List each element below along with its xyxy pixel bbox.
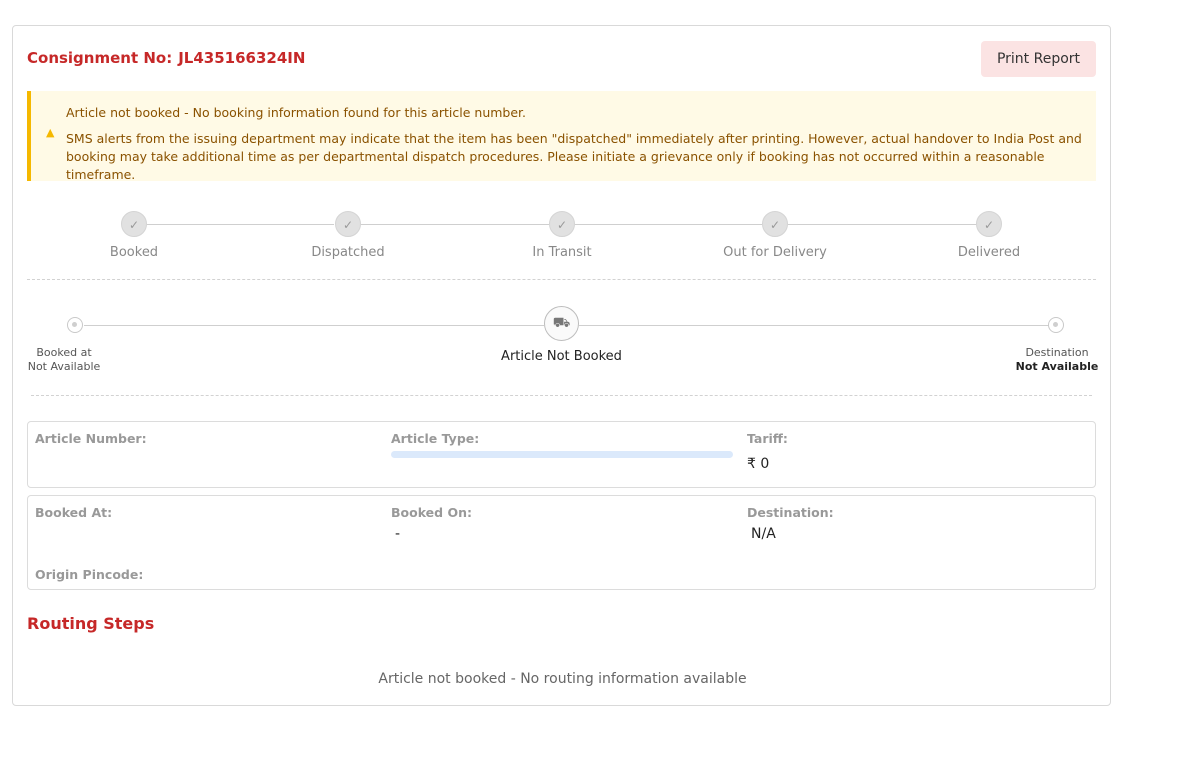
stepper-connector bbox=[788, 224, 976, 225]
route-origin-label: Booked at bbox=[36, 346, 92, 359]
route-origin: Booked at Not Available bbox=[14, 346, 114, 374]
warning-icon: ▲ bbox=[46, 126, 55, 139]
tracking-card: Consignment No: JL435166324IN Print Repor… bbox=[12, 25, 1111, 706]
route-origin-value: Not Available bbox=[27, 360, 101, 373]
stage-in-transit-label: In Transit bbox=[532, 245, 592, 260]
tariff-label: Tariff: bbox=[747, 431, 788, 446]
origin-dot-icon bbox=[67, 317, 83, 333]
article-number-label: Article Number: bbox=[35, 431, 147, 446]
booked-on-value: - bbox=[395, 526, 401, 542]
stage-booked-label: Booked bbox=[109, 245, 159, 260]
stage-dispatched-label: Dispatched bbox=[311, 245, 385, 260]
booked-on-label: Booked On: bbox=[391, 505, 472, 520]
divider bbox=[27, 279, 1096, 280]
route-destination: Destination Not Available bbox=[1007, 346, 1107, 374]
stage-in-transit-check-icon: ✓ bbox=[549, 211, 575, 237]
stage-booked-check-icon: ✓ bbox=[121, 211, 147, 237]
routing-steps-heading: Routing Steps bbox=[27, 614, 155, 633]
alert-title: Article not booked - No booking informat… bbox=[66, 105, 527, 120]
booking-details-box: Booked At: Booked On: - Destination: N/A… bbox=[27, 495, 1096, 590]
origin-pincode-label: Origin Pincode: bbox=[35, 567, 144, 582]
route-overview: ⛟ Booked at Not Available Article Not Bo… bbox=[13, 306, 1112, 396]
stage-dispatched-check-icon: ✓ bbox=[335, 211, 361, 237]
print-report-button[interactable]: Print Report bbox=[981, 41, 1096, 77]
article-type-label: Article Type: bbox=[391, 431, 480, 446]
destination-label: Destination: bbox=[747, 505, 834, 520]
stage-delivered-check-icon: ✓ bbox=[976, 211, 1002, 237]
stepper-connector bbox=[361, 224, 549, 225]
consignment-heading: Consignment No: JL435166324IN bbox=[27, 49, 305, 67]
stepper-connector bbox=[575, 224, 762, 225]
divider bbox=[31, 395, 1092, 396]
stage-delivered-label: Delivered bbox=[957, 245, 1021, 260]
truck-icon: ⛟ bbox=[544, 306, 579, 341]
stage-out-for-delivery-check-icon: ✓ bbox=[762, 211, 788, 237]
route-status-label: Article Not Booked bbox=[501, 349, 622, 364]
article-type-loading-bar bbox=[391, 451, 733, 458]
booked-at-label: Booked At: bbox=[35, 505, 113, 520]
stepper-connector bbox=[147, 224, 334, 225]
route-connector bbox=[84, 325, 544, 326]
warning-alert: ▲ Article not booked - No booking inform… bbox=[27, 91, 1096, 182]
stage-out-for-delivery-label: Out for Delivery bbox=[723, 245, 827, 260]
routing-empty-message: Article not booked - No routing informat… bbox=[378, 671, 747, 687]
route-destination-value: Not Available bbox=[1015, 360, 1099, 373]
tariff-value: ₹ 0 bbox=[747, 456, 770, 472]
consignment-number: JL435166324IN bbox=[178, 49, 306, 67]
status-stepper: ✓ Booked ✓ Dispatched ✓ In Transit ✓ Out… bbox=[13, 210, 1112, 270]
consignment-label: Consignment No: bbox=[27, 49, 173, 67]
route-destination-label: Destination bbox=[1025, 346, 1089, 359]
destination-dot-icon bbox=[1048, 317, 1064, 333]
route-connector bbox=[579, 325, 1049, 326]
article-details-box: Article Number: Article Type: Tariff: ₹ … bbox=[27, 421, 1096, 488]
destination-value: N/A bbox=[751, 526, 776, 542]
alert-message: SMS alerts from the issuing department m… bbox=[66, 131, 1082, 182]
